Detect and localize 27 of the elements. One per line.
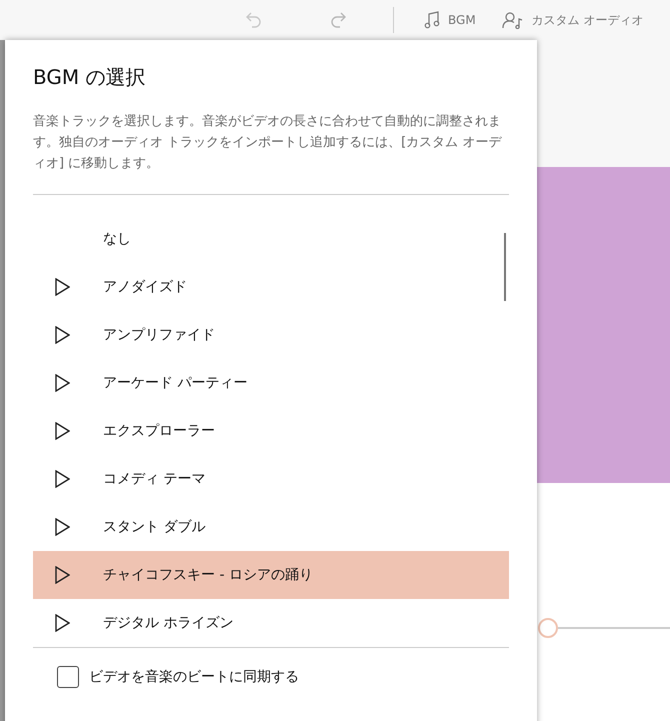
dialog-title: BGM の選択 [33,64,146,91]
track-item[interactable]: なし [33,215,509,263]
track-item[interactable]: アノダイズド [33,263,509,311]
scrollbar[interactable] [504,233,507,301]
play-icon[interactable] [55,278,70,296]
music-button[interactable]: BGM [424,11,476,29]
track-item[interactable]: アーケード パーティー [33,359,509,407]
play-icon[interactable] [55,470,70,488]
custom-audio-button[interactable]: カスタム オーディオ [502,11,644,29]
checkbox[interactable] [57,666,79,688]
checkbox-label: ビデオを音楽のビートに同期する [89,668,299,686]
play-icon[interactable] [55,422,70,440]
play-icon[interactable] [55,374,70,392]
track-item[interactable]: チャイコフスキー - ロシアの踊り [33,551,509,599]
track-item[interactable]: コメディ テーマ [33,455,509,503]
track-item[interactable]: アンプリファイド [33,311,509,359]
track-item[interactable]: スタント ダブル [33,503,509,551]
description-text: 音楽トラックを選択します。音楽がビデオの長さに合わせて自動的に調整されます。独自のオーディオ トラックをインポートし追加するには、[カスタム オーディオ] に移動します。 [33,113,503,173]
track-item[interactable]: エクスプローラー [33,407,509,455]
play-icon[interactable] [55,614,70,632]
play-icon[interactable] [55,326,70,344]
play-icon[interactable] [55,566,70,584]
track-item[interactable]: デジタル ホライズン [33,599,509,647]
music-note-icon [424,11,440,29]
play-icon[interactable] [55,518,70,536]
slider-thumb[interactable] [538,618,558,638]
person-music-icon [502,11,524,29]
